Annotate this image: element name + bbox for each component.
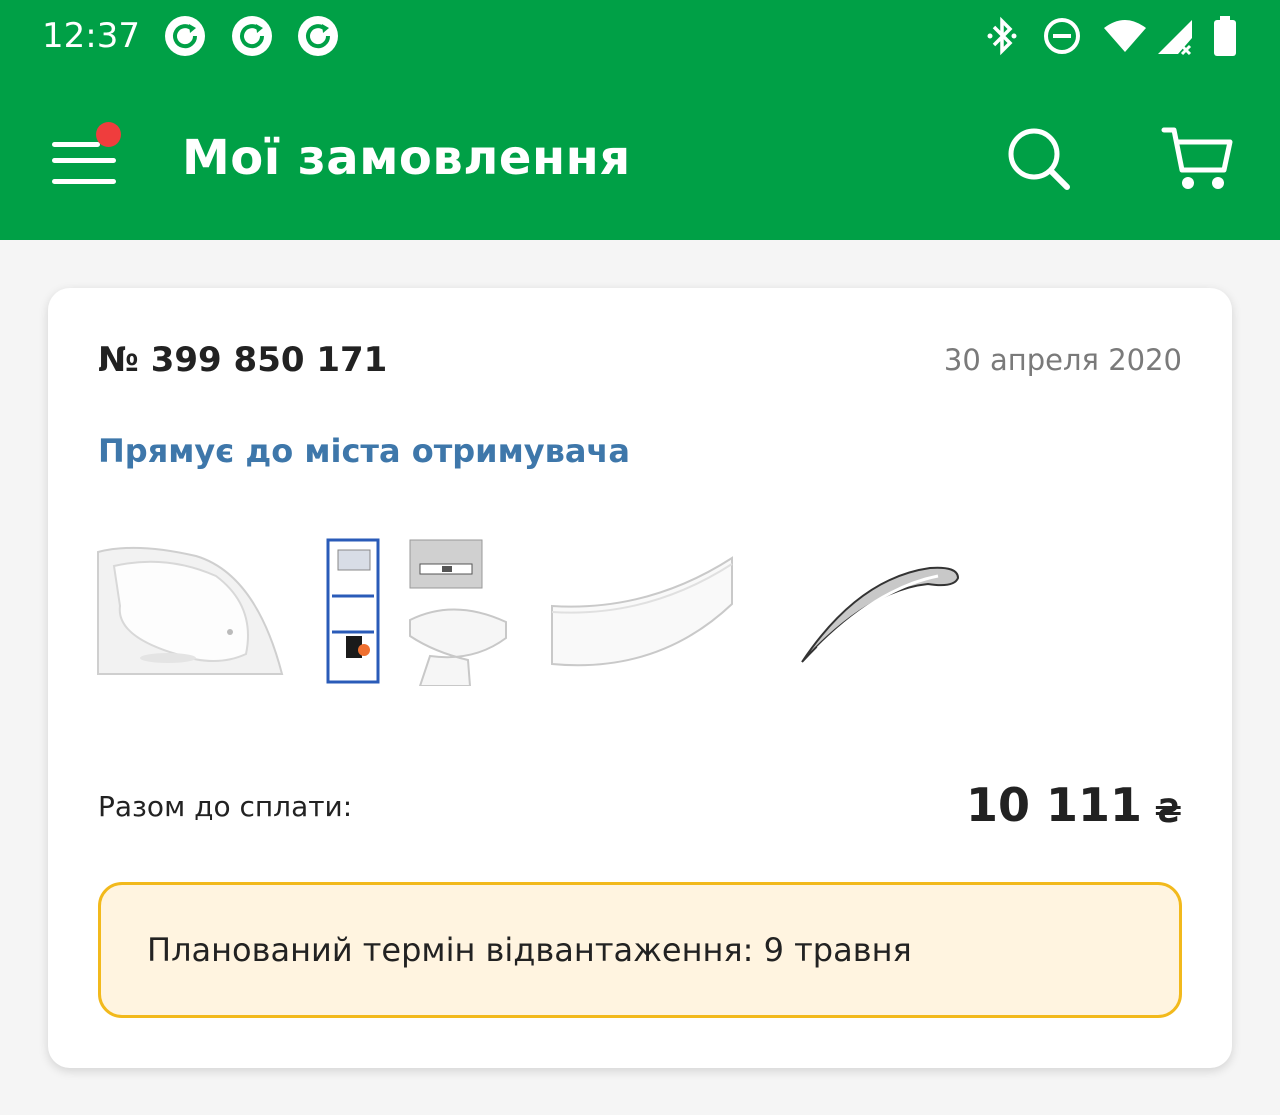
hamburger-line [52, 179, 116, 184]
order-status: Прямує до міста отримувача [98, 432, 630, 470]
wifi-icon [1102, 14, 1148, 58]
menu-button[interactable] [48, 122, 124, 190]
total-amount: 10 111 [965, 778, 1142, 832]
cart-icon [1161, 127, 1233, 189]
sync-icon [232, 16, 272, 56]
app-bar: Мої замовлення [0, 80, 1280, 240]
search-button[interactable] [1000, 120, 1080, 200]
status-time: 12:37 [42, 16, 140, 56]
hamburger-line [52, 158, 116, 163]
status-bar: 12:37 [0, 0, 1280, 80]
total-label: Разом до сплати: [98, 790, 353, 823]
corner-bathtub-image [97, 546, 284, 675]
battery-icon [1212, 14, 1238, 58]
do-not-disturb-icon [1040, 14, 1084, 58]
hamburger-menu-icon [52, 142, 100, 147]
order-number: № 399 850 171 [98, 340, 388, 380]
sync-icon [298, 16, 338, 56]
cart-button[interactable] [1158, 120, 1238, 200]
installation-set-image [326, 538, 507, 686]
shipping-notice: Планований термін відвантаження: 9 травн… [98, 882, 1182, 1018]
bath-panel-image [551, 556, 733, 667]
bath-handle-image [801, 566, 960, 663]
order-card[interactable]: № 399 850 171 30 апреля 2020 Прямує до м… [48, 288, 1232, 1068]
page-title: Мої замовлення [182, 130, 631, 186]
cellular-signal-icon [1154, 14, 1198, 58]
search-icon [1008, 128, 1070, 190]
shipping-notice-text: Планований термін відвантаження: 9 травн… [147, 931, 912, 969]
currency-symbol: ₴ [1154, 792, 1183, 830]
bluetooth-icon [982, 14, 1022, 58]
order-date: 30 апреля 2020 [943, 343, 1182, 377]
sync-icon [165, 16, 205, 56]
notification-badge [96, 122, 121, 147]
